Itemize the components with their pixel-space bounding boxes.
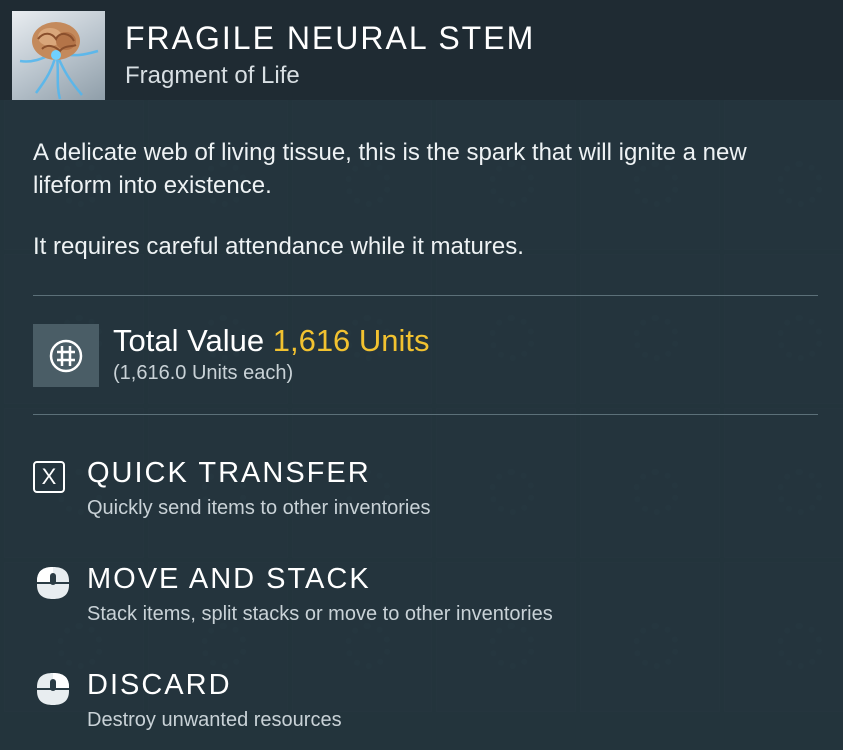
- divider: [33, 414, 818, 415]
- total-value-amount: 1,616 Units: [272, 323, 430, 358]
- item-header: FRAGILE NEURAL STEM Fragment of Life: [0, 0, 843, 100]
- total-value-label: Total Value: [113, 323, 265, 358]
- mouse-right-click-icon: [33, 669, 73, 714]
- divider: [33, 295, 818, 296]
- item-description-note: It requires careful attendance while it …: [33, 233, 524, 260]
- units-currency-icon: [33, 324, 99, 387]
- discard-title: DISCARD: [87, 669, 232, 701]
- item-category: Fragment of Life: [125, 62, 300, 89]
- quick-transfer-title: QUICK TRANSFER: [87, 457, 371, 489]
- x-key-icon: X: [33, 461, 65, 493]
- quick-transfer-description: Quickly send items to other inventories: [87, 497, 431, 519]
- move-and-stack-description: Stack items, split stacks or move to oth…: [87, 603, 553, 625]
- neural-stem-icon: [12, 11, 105, 100]
- move-and-stack-title: MOVE AND STACK: [87, 563, 371, 595]
- total-value: Total Value 1,616 Units: [113, 323, 430, 359]
- item-title: FRAGILE NEURAL STEM: [125, 20, 536, 56]
- discard-description: Destroy unwanted resources: [87, 709, 342, 731]
- item-description: A delicate web of living tissue, this is…: [33, 139, 747, 199]
- mouse-left-click-icon: [33, 563, 73, 608]
- unit-value-each: (1,616.0 Units each): [113, 362, 294, 384]
